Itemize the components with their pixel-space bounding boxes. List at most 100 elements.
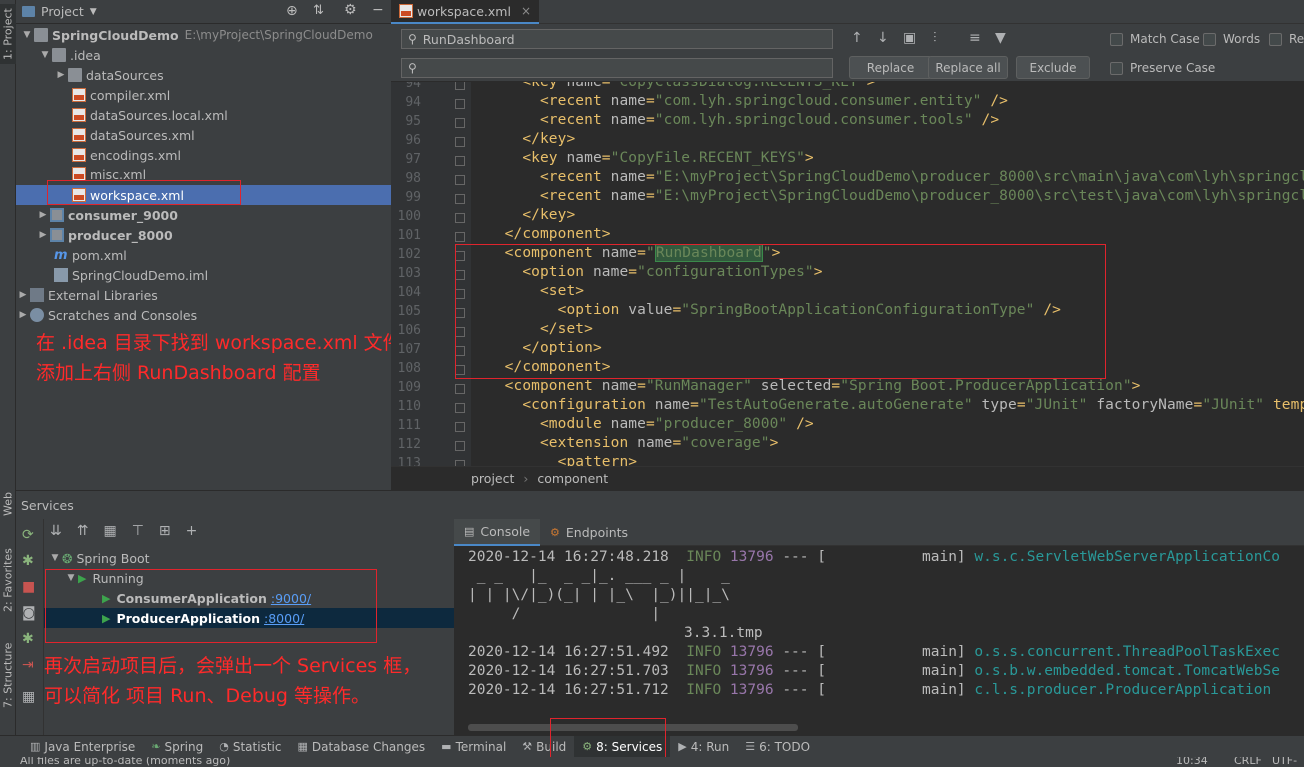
fold-marker-icon[interactable] <box>455 346 465 356</box>
fold-marker-icon[interactable] <box>455 403 465 413</box>
filter-icon[interactable]: ⫶ <box>933 30 937 46</box>
structure-stripe-tab[interactable]: 7: Structure <box>0 640 16 710</box>
services-item-producer[interactable]: ▶ ProducerApplication :8000/ <box>44 608 454 628</box>
next-occurrence-icon[interactable]: ↓ <box>877 30 889 46</box>
search-input[interactable]: ⚲ RunDashboard <box>401 29 833 49</box>
collapsed-arrow-icon[interactable]: ▶ <box>16 310 30 320</box>
words-checkbox[interactable]: Words <box>1203 32 1260 46</box>
line-separator[interactable]: CRLF <box>1234 757 1262 767</box>
fold-marker-icon[interactable] <box>455 365 465 375</box>
favorites-stripe-tab[interactable]: 2: Favorites <box>0 540 16 620</box>
funnel-icon[interactable]: ▼ <box>995 30 1006 46</box>
regex-checkbox[interactable]: Regex <box>1269 32 1304 46</box>
tree-item-idea[interactable]: ▼ .idea <box>16 45 391 65</box>
tree-item-consumer-module[interactable]: ▶ consumer_9000 <box>16 205 391 225</box>
grid-icon[interactable]: ▦ <box>22 689 35 705</box>
fold-marker-icon[interactable] <box>455 213 465 223</box>
fold-marker-icon[interactable] <box>455 194 465 204</box>
stop-icon[interactable]: ■ <box>22 579 35 595</box>
fold-marker-icon[interactable] <box>455 232 465 242</box>
tree-item-scratches[interactable]: ▶ Scratches and Consoles <box>16 305 391 325</box>
expanded-arrow-icon[interactable]: ▼ <box>20 30 34 40</box>
group-icon[interactable]: ▦ <box>103 523 116 539</box>
fold-marker-icon[interactable] <box>455 441 465 451</box>
consumer-port-link[interactable]: :9000/ <box>271 591 311 606</box>
fold-marker-icon[interactable] <box>455 99 465 109</box>
project-stripe-tab[interactable]: 1: Project <box>0 4 16 64</box>
tab-terminal[interactable]: ▬ Terminal <box>433 736 514 758</box>
layout-icon[interactable]: ⊞ <box>159 523 171 539</box>
multiline-icon[interactable]: ≡ <box>969 30 981 46</box>
tab-run[interactable]: ▶ 4: Run <box>670 736 737 758</box>
debug-icon[interactable]: ✱ <box>22 553 34 569</box>
fold-marker-icon[interactable] <box>455 82 465 90</box>
collapsed-arrow-icon[interactable]: ▶ <box>16 290 30 300</box>
console-scrollbar[interactable] <box>468 724 798 731</box>
tab-build[interactable]: ⚒ Build <box>514 736 574 758</box>
locate-icon[interactable]: ⊕ <box>286 3 298 19</box>
replace-button[interactable]: Replace <box>849 56 932 79</box>
replace-all-button[interactable]: Replace all <box>928 56 1008 79</box>
editor-tab-workspace[interactable]: workspace.xml × <box>391 0 540 24</box>
console-output[interactable]: 2020-12-14 16:27:48.218 INFO 13796 --- [… <box>454 546 1304 736</box>
expanded-arrow-icon[interactable]: ▼ <box>48 553 62 563</box>
tree-item-datasources-xml[interactable]: dataSources.xml <box>16 125 391 145</box>
fold-marker-icon[interactable] <box>455 422 465 432</box>
services-item-running[interactable]: ▼ ▶ Running <box>44 568 454 588</box>
exit-icon[interactable]: ⇥ <box>22 657 34 673</box>
match-case-checkbox[interactable]: Match Case <box>1110 32 1200 46</box>
tree-item-encodings-xml[interactable]: encodings.xml <box>16 145 391 165</box>
services-item-spring-boot[interactable]: ▼ ❂ Spring Boot <box>44 548 454 568</box>
replace-input[interactable]: ⚲ <box>401 58 833 78</box>
tree-item-misc-xml[interactable]: misc.xml <box>16 165 391 183</box>
breadcrumb-item-project[interactable]: project <box>471 471 514 486</box>
debug-alt-icon[interactable]: ✱ <box>22 631 34 647</box>
code-view[interactable]: 94 94 95 96 97 98 99 100 101 102 103 104 105 106 107 10… <box>391 82 1304 466</box>
collapsed-arrow-icon[interactable]: ▶ <box>54 70 68 80</box>
close-icon[interactable]: × <box>521 4 531 18</box>
select-all-occurrences-icon[interactable]: ▣ <box>903 30 916 46</box>
camera-icon[interactable]: ◙ <box>22 605 36 621</box>
fold-marker-icon[interactable] <box>455 384 465 394</box>
tree-item-pom-xml[interactable]: m pom.xml <box>16 245 391 265</box>
tree-item-datasources-local-xml[interactable]: dataSources.local.xml <box>16 105 391 125</box>
exclude-button[interactable]: Exclude <box>1016 56 1090 79</box>
tab-java-enterprise[interactable]: ▥ Java Enterprise <box>22 736 143 758</box>
fold-marker-icon[interactable] <box>455 327 465 337</box>
file-encoding[interactable]: UTF-8 <box>1272 757 1304 767</box>
fold-marker-icon[interactable] <box>455 156 465 166</box>
tab-console[interactable]: ▤ Console <box>454 518 541 546</box>
tree-item-datasources-folder[interactable]: ▶ dataSources <box>16 65 391 85</box>
breadcrumb-item-component[interactable]: component <box>537 471 608 486</box>
tab-services[interactable]: ⚙ 8: Services <box>574 735 671 758</box>
tab-endpoints[interactable]: ⚙ Endpoints <box>540 519 638 546</box>
tree-item-external-libraries[interactable]: ▶ External Libraries <box>16 285 391 305</box>
add-service-icon[interactable]: + <box>186 523 198 539</box>
fold-marker-icon[interactable] <box>455 289 465 299</box>
rerun-icon[interactable]: ⟳ <box>22 527 34 543</box>
producer-port-link[interactable]: :8000/ <box>264 611 304 626</box>
collapse-icon[interactable]: ⇅ <box>313 3 324 18</box>
fold-marker-icon[interactable] <box>455 118 465 128</box>
hide-icon[interactable]: − <box>372 2 384 18</box>
prev-occurrence-icon[interactable]: ↑ <box>851 30 863 46</box>
collapse-all-icon[interactable]: ⇈ <box>77 523 89 539</box>
collapsed-arrow-icon[interactable]: ▶ <box>36 210 50 220</box>
project-view-selector[interactable]: Project <box>41 4 84 19</box>
expand-all-icon[interactable]: ⇊ <box>50 523 62 539</box>
fold-marker-icon[interactable] <box>455 175 465 185</box>
fold-marker-icon[interactable] <box>455 137 465 147</box>
fold-marker-icon[interactable] <box>455 251 465 261</box>
collapsed-arrow-icon[interactable]: ▶ <box>36 230 50 240</box>
expanded-arrow-icon[interactable]: ▼ <box>38 50 52 60</box>
fold-marker-icon[interactable] <box>455 270 465 280</box>
services-item-consumer[interactable]: ▶ ConsumerApplication :9000/ <box>44 588 454 608</box>
expanded-arrow-icon[interactable]: ▼ <box>64 573 78 583</box>
gear-icon[interactable]: ⚙ <box>344 2 357 18</box>
tree-item-compiler-xml[interactable]: compiler.xml <box>16 85 391 105</box>
tree-item-iml[interactable]: SpringCloudDemo.iml <box>16 265 391 285</box>
chevron-down-icon[interactable]: ▼ <box>90 7 97 17</box>
tab-todo[interactable]: ☰ 6: TODO <box>737 736 818 758</box>
tab-spring[interactable]: ❧ Spring <box>143 736 211 758</box>
tab-statistic[interactable]: ◔ Statistic <box>211 736 289 758</box>
